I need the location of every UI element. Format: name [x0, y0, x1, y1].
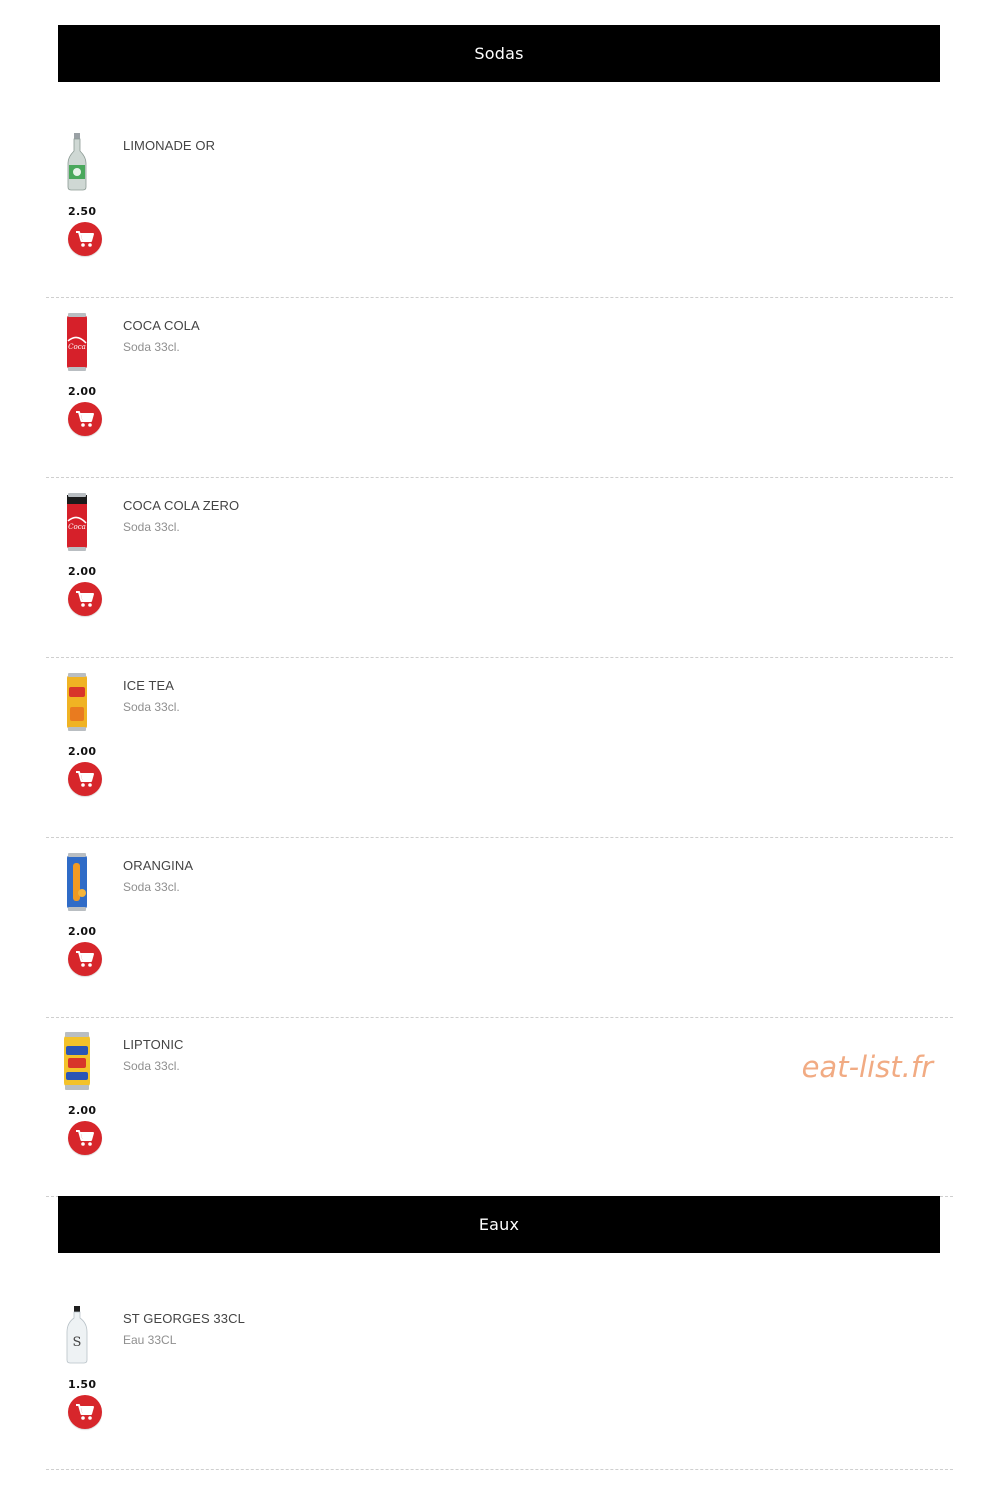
price: 2.00 — [68, 925, 97, 938]
product-name: ORANGINA — [123, 858, 194, 873]
add-to-cart-button[interactable] — [68, 762, 102, 796]
cart-icon — [76, 951, 94, 967]
add-to-cart-button[interactable] — [68, 582, 102, 616]
product-description: Soda 33cl. — [123, 520, 180, 534]
add-to-cart-button[interactable] — [68, 942, 102, 976]
product-description: Soda 33cl. — [123, 880, 180, 894]
product-description: Soda 33cl. — [123, 340, 180, 354]
product-description: Soda 33cl. — [123, 700, 180, 714]
soda-can-icon[interactable]: Coca — [60, 492, 94, 552]
watermark: eat-list.fr — [801, 1050, 933, 1084]
cart-icon — [76, 1404, 94, 1420]
product-name: LIPTONIC — [123, 1037, 184, 1052]
soda-can-icon[interactable] — [60, 852, 94, 912]
product-name: ICE TEA — [123, 678, 175, 693]
price: 2.00 — [68, 565, 97, 578]
product-name: COCA COLA — [123, 318, 200, 333]
product-item: Coca 2.00 COCA COLA Soda 33cl. — [46, 298, 953, 478]
product-item: Coca 2.00 COCA COLA ZERO Soda 33cl. — [46, 478, 953, 658]
svg-text:Coca: Coca — [68, 343, 86, 351]
section-header-sodas: Sodas — [58, 25, 940, 82]
cart-icon — [76, 771, 94, 787]
product-description: Soda 33cl. — [123, 1059, 180, 1073]
add-to-cart-button[interactable] — [68, 1121, 102, 1155]
product-item: 2.00 LIPTONIC Soda 33cl. — [46, 1017, 953, 1197]
soda-can-icon[interactable]: Coca — [60, 312, 94, 372]
soda-can-icon[interactable] — [60, 1031, 94, 1091]
water-bottle-icon[interactable]: S — [60, 1305, 94, 1365]
product-description: Eau 33CL — [123, 1333, 177, 1347]
product-item: 2.50 LIMONADE OR — [46, 118, 953, 298]
cart-icon — [76, 411, 94, 427]
soda-can-icon[interactable] — [60, 672, 94, 732]
svg-text:S: S — [73, 1335, 82, 1350]
cart-icon — [76, 591, 94, 607]
product-item: 2.00 ICE TEA Soda 33cl. — [46, 658, 953, 838]
cart-icon — [76, 1130, 94, 1146]
add-to-cart-button[interactable] — [68, 402, 102, 436]
add-to-cart-button[interactable] — [68, 222, 102, 256]
cart-icon — [76, 231, 94, 247]
section-title: Sodas — [474, 44, 524, 63]
glass-bottle-icon[interactable] — [60, 132, 94, 192]
product-item: 2.00 ORANGINA Soda 33cl. — [46, 838, 953, 1018]
section-header-eaux: Eaux — [58, 1196, 940, 1253]
price: 2.00 — [68, 385, 97, 398]
price: 1.50 — [68, 1378, 97, 1391]
product-name: COCA COLA ZERO — [123, 498, 240, 513]
product-name: ST GEORGES 33CL — [123, 1311, 245, 1326]
svg-text:Coca: Coca — [68, 523, 86, 531]
price: 2.50 — [68, 205, 97, 218]
section-title: Eaux — [478, 1215, 520, 1234]
price: 2.00 — [68, 745, 97, 758]
product-name: LIMONADE OR — [123, 138, 216, 153]
product-item: S 1.50 ST GEORGES 33CL Eau 33CL — [46, 1291, 953, 1470]
add-to-cart-button[interactable] — [68, 1395, 102, 1429]
price: 2.00 — [68, 1104, 97, 1117]
